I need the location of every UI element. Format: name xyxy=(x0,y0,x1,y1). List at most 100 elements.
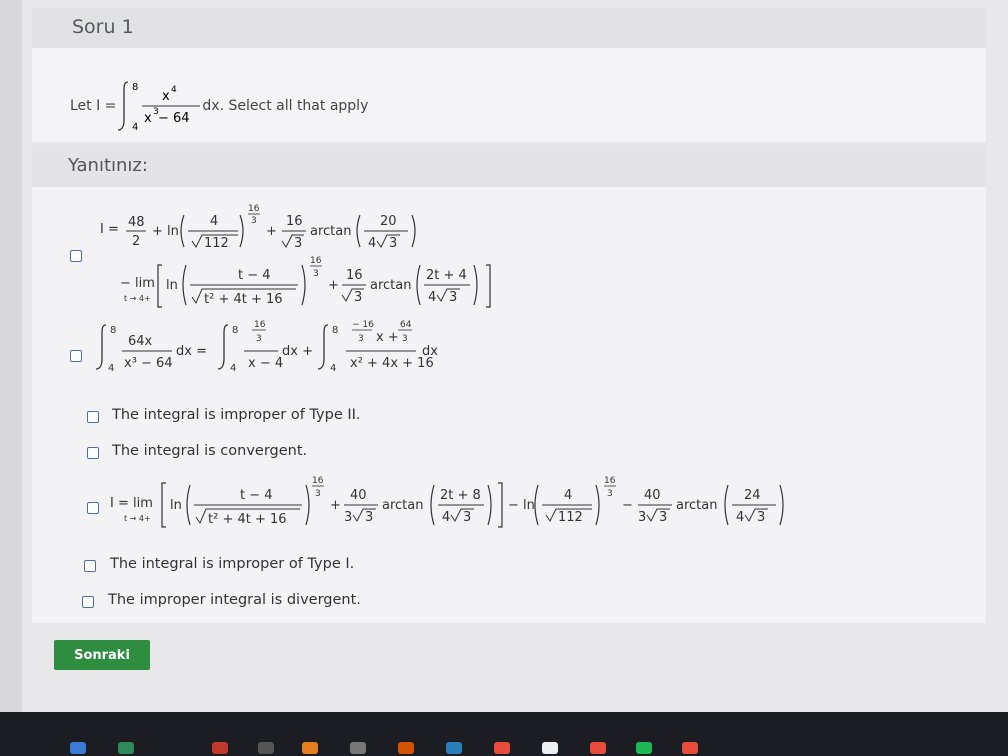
svg-text:3: 3 xyxy=(449,290,457,305)
app-icon[interactable] xyxy=(636,742,652,754)
option-text-opt4: The integral is convergent. xyxy=(112,443,308,459)
svg-text:− 64: − 64 xyxy=(158,111,190,126)
checkbox-opt4[interactable] xyxy=(87,447,99,459)
app-icon[interactable] xyxy=(258,742,274,754)
app-icon[interactable] xyxy=(302,742,318,754)
checkbox-opt7[interactable] xyxy=(82,596,94,608)
svg-text:48: 48 xyxy=(128,215,145,230)
next-button[interactable]: Sonraki xyxy=(54,640,150,670)
checkbox-opt1[interactable] xyxy=(70,250,82,262)
answer-header: Yanıtınız: xyxy=(32,145,986,187)
svg-text:8: 8 xyxy=(232,325,238,336)
svg-text:x: x xyxy=(162,89,170,104)
app-icon[interactable] xyxy=(590,742,606,754)
question-body: Let I = 8 4 x 4 x 3 − 64 dx. Select all … xyxy=(32,48,986,142)
svg-text:+: + xyxy=(328,278,339,293)
prompt-tail: dx. Select all that apply xyxy=(202,98,369,114)
svg-text:x +: x + xyxy=(376,330,399,345)
svg-text:arctan: arctan xyxy=(310,224,351,239)
checkbox-opt2[interactable] xyxy=(70,350,82,362)
app-icon[interactable] xyxy=(70,742,86,754)
svg-text:4: 4 xyxy=(330,363,336,374)
svg-text:x³ − 64: x³ − 64 xyxy=(124,356,173,371)
app-icon[interactable] xyxy=(494,742,510,754)
answer-header-label: Yanıtınız: xyxy=(68,155,148,176)
prompt-integral: 8 4 x 4 x 3 − 64 xyxy=(118,81,201,133)
svg-text:8: 8 xyxy=(110,325,116,336)
svg-text:16: 16 xyxy=(286,214,303,229)
svg-text:16: 16 xyxy=(604,476,616,486)
app-icon[interactable] xyxy=(446,742,462,754)
question-title: Soru 1 xyxy=(72,16,134,38)
svg-text:dx: dx xyxy=(422,344,438,359)
svg-text:dx +: dx + xyxy=(282,344,313,359)
svg-text:ln: ln xyxy=(170,498,182,513)
svg-text:t → 4+: t → 4+ xyxy=(124,514,151,523)
svg-text:16: 16 xyxy=(312,476,324,486)
svg-text:x: x xyxy=(144,111,152,126)
app-icon[interactable] xyxy=(212,742,228,754)
question-prompt: Let I = 8 4 x 4 x 3 − 64 dx. Select all … xyxy=(70,78,368,134)
svg-text:arctan: arctan xyxy=(676,498,717,513)
svg-text:2t + 4: 2t + 4 xyxy=(426,268,467,283)
svg-text:16: 16 xyxy=(310,256,322,266)
app-icon[interactable] xyxy=(398,742,414,754)
svg-text:t − 4: t − 4 xyxy=(238,268,271,283)
svg-text:4: 4 xyxy=(736,510,744,525)
svg-text:2: 2 xyxy=(132,234,140,249)
svg-text:4: 4 xyxy=(564,488,572,503)
svg-text:3: 3 xyxy=(344,510,352,525)
formula-opt2: 8 4 64x x³ − 64 dx = 8 4 16 3 x − 4 dx +… xyxy=(90,315,510,381)
svg-text:3: 3 xyxy=(315,489,321,499)
svg-text:3: 3 xyxy=(294,236,302,251)
svg-text:3: 3 xyxy=(389,236,397,251)
svg-text:arctan: arctan xyxy=(382,498,423,513)
svg-text:24: 24 xyxy=(744,488,761,503)
svg-text:3: 3 xyxy=(638,510,646,525)
quiz-screen: Soru 1 Let I = 8 4 x 4 x 3 − 64 dx. Sele… xyxy=(22,0,1008,712)
svg-text:3: 3 xyxy=(659,510,667,525)
svg-text:4: 4 xyxy=(428,290,436,305)
app-icon[interactable] xyxy=(350,742,366,754)
svg-text:t − 4: t − 4 xyxy=(240,488,273,503)
checkbox-opt6[interactable] xyxy=(84,560,96,572)
svg-text:16: 16 xyxy=(254,320,266,330)
svg-text:3: 3 xyxy=(365,510,373,525)
svg-text:− lim: − lim xyxy=(120,276,155,291)
svg-text:x − 4: x − 4 xyxy=(248,356,283,371)
svg-text:40: 40 xyxy=(644,488,661,503)
svg-text:4: 4 xyxy=(442,510,450,525)
svg-text:3: 3 xyxy=(251,216,257,226)
svg-text:3: 3 xyxy=(757,510,765,525)
svg-text:+: + xyxy=(330,498,341,513)
app-icon[interactable] xyxy=(118,742,134,754)
svg-text:3: 3 xyxy=(313,269,319,279)
answer-options: I = 48 2 + ln 4 112 16 3 + 16 3 arctan 2… xyxy=(32,187,986,623)
svg-text:4: 4 xyxy=(108,363,114,374)
svg-text:3: 3 xyxy=(402,334,408,344)
svg-text:4: 4 xyxy=(368,236,376,251)
svg-text:4: 4 xyxy=(230,363,236,374)
checkbox-opt3[interactable] xyxy=(87,411,99,423)
svg-text:I = lim: I = lim xyxy=(110,496,153,511)
svg-text:8: 8 xyxy=(332,325,338,336)
prompt-lead: Let I = xyxy=(70,98,117,114)
svg-text:3: 3 xyxy=(358,334,364,344)
option-text-opt7: The improper integral is divergent. xyxy=(108,592,361,608)
app-icon[interactable] xyxy=(542,742,558,754)
checkbox-opt5[interactable] xyxy=(87,502,99,514)
svg-text:3: 3 xyxy=(607,489,613,499)
svg-text:20: 20 xyxy=(380,214,397,229)
svg-text:3: 3 xyxy=(463,510,471,525)
svg-text:64x: 64x xyxy=(128,334,153,349)
svg-text:16: 16 xyxy=(346,268,363,283)
svg-text:− ln: − ln xyxy=(508,498,535,513)
svg-text:arctan: arctan xyxy=(370,278,411,293)
svg-text:4: 4 xyxy=(210,214,218,229)
app-icon[interactable] xyxy=(682,742,698,754)
option-text-opt3: The integral is improper of Type II. xyxy=(112,407,361,423)
formula-opt1: I = 48 2 + ln 4 112 16 3 + 16 3 arctan 2… xyxy=(90,201,530,317)
svg-text:4: 4 xyxy=(132,122,138,133)
question-header: Soru 1 xyxy=(32,8,986,49)
svg-text:2t + 8: 2t + 8 xyxy=(440,488,481,503)
